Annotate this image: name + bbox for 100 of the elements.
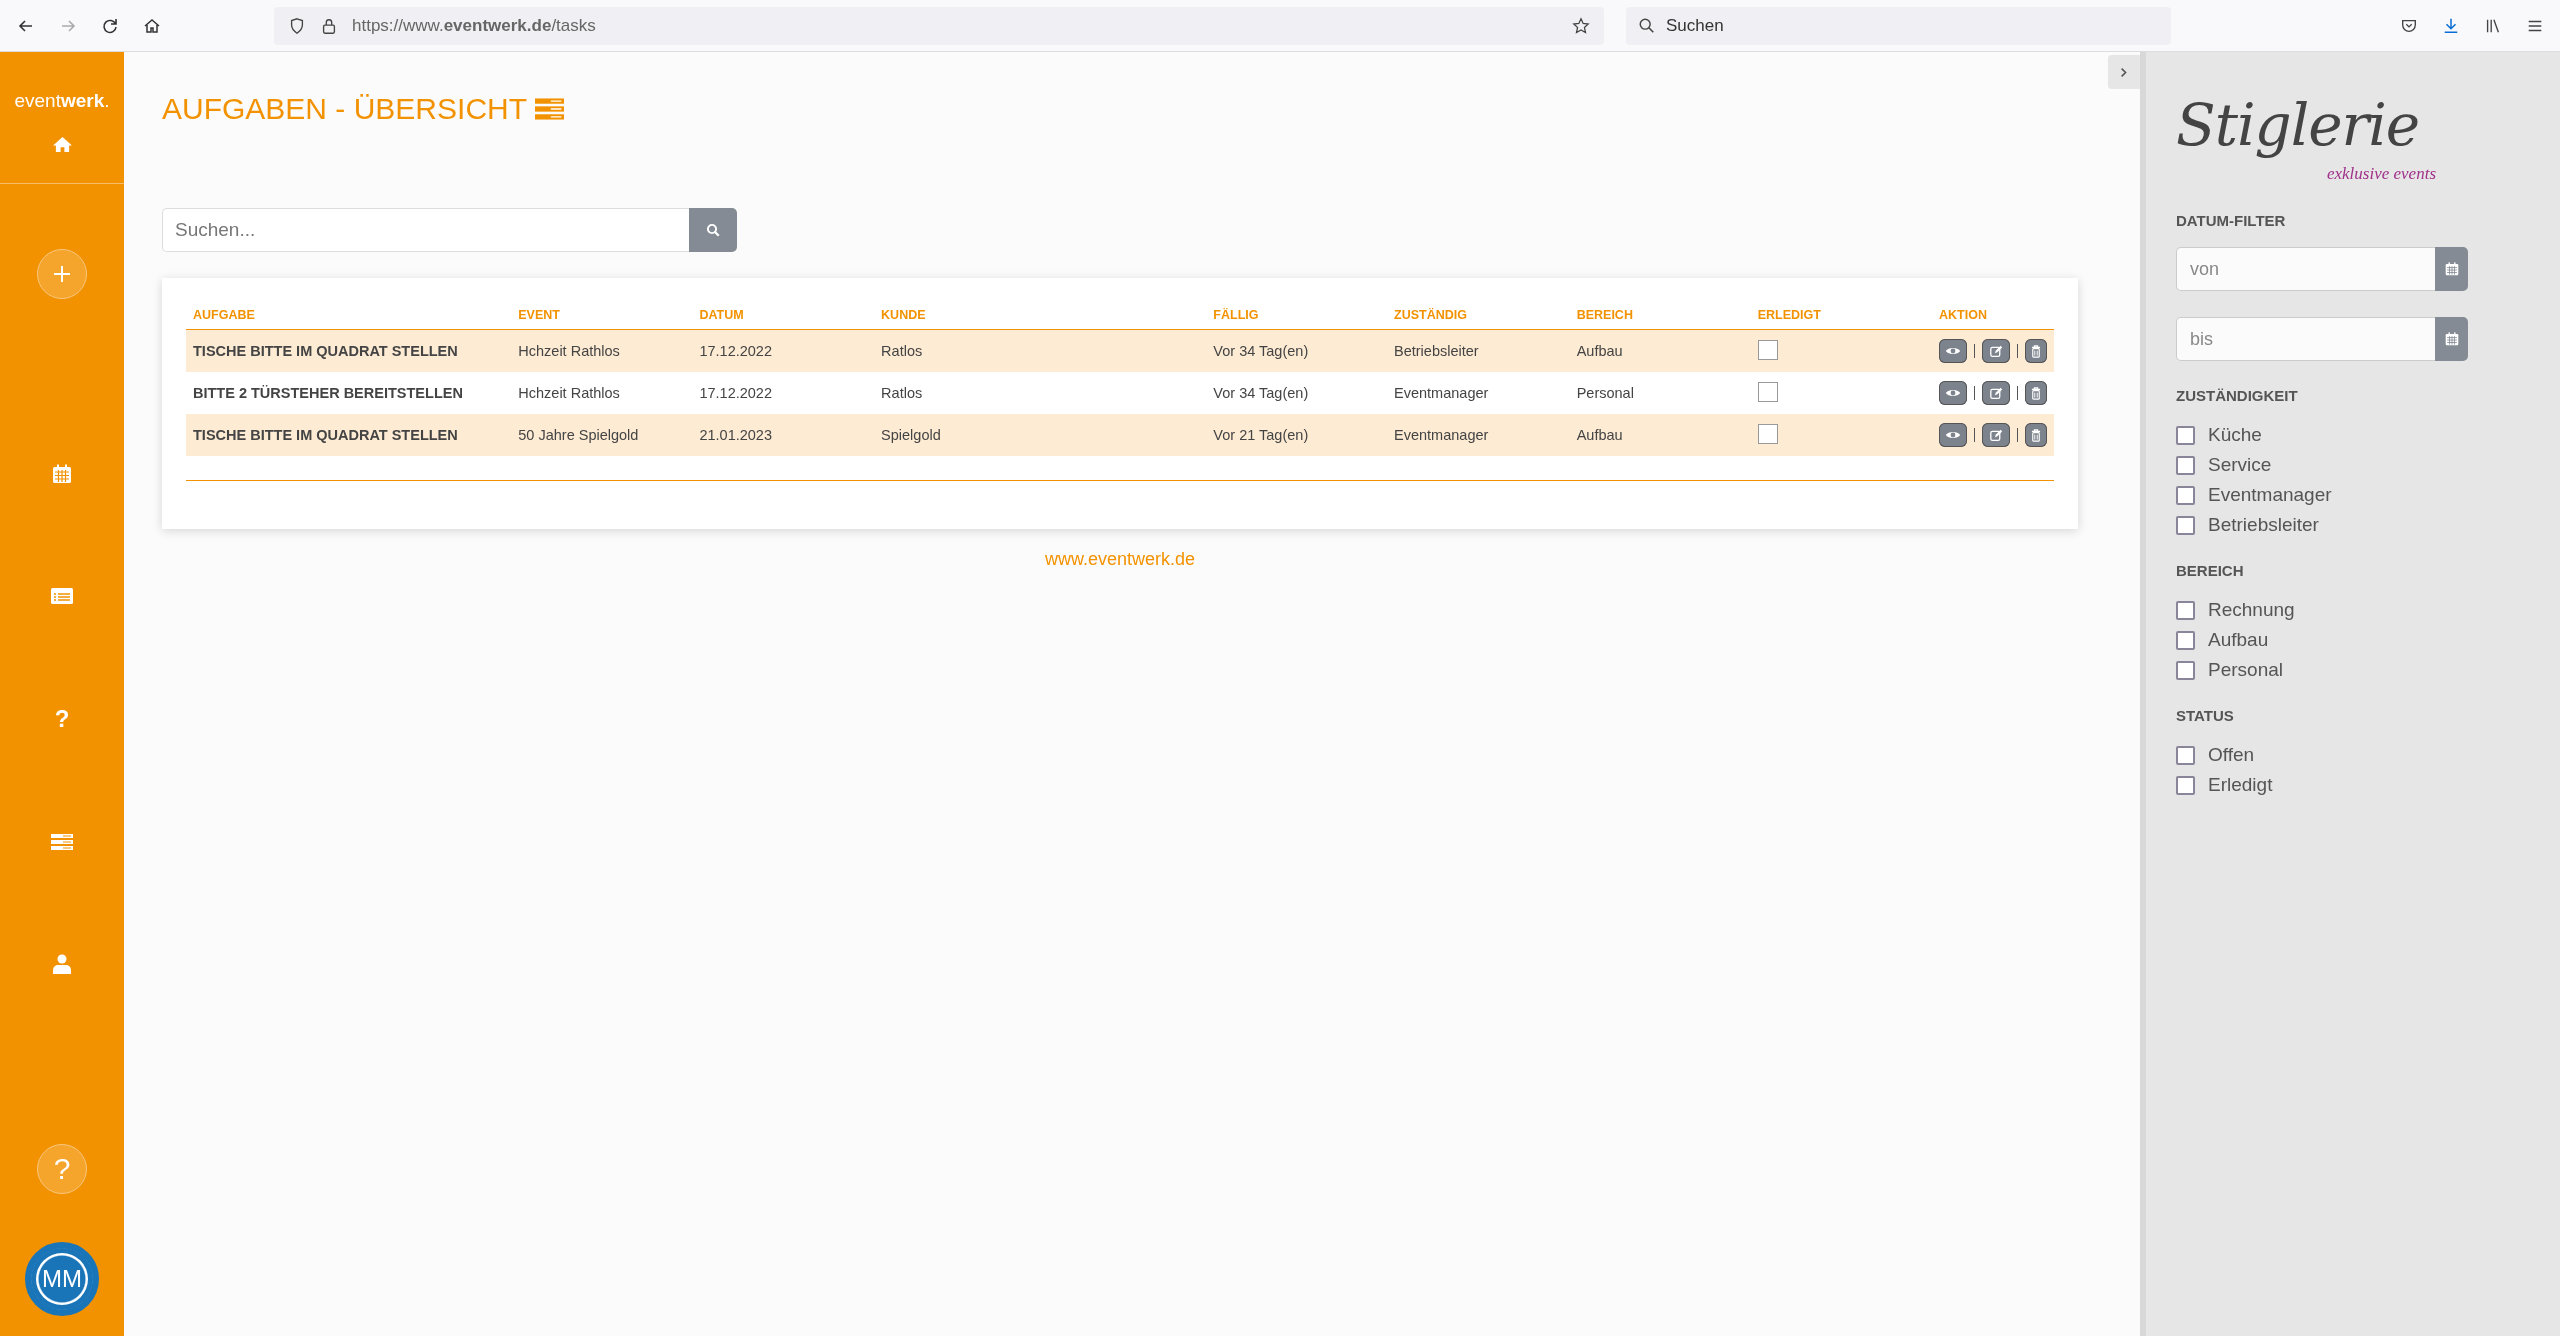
edit-icon xyxy=(1989,344,2003,358)
search-button[interactable] xyxy=(689,208,737,252)
table-cell: Personal xyxy=(1576,385,1634,401)
download-icon[interactable] xyxy=(2442,16,2460,35)
view-button[interactable] xyxy=(1939,423,1967,447)
filter-heading: ZUSTÄNDIGKEIT xyxy=(2176,387,2299,404)
eye-icon xyxy=(1945,430,1961,440)
column-header: DATUM xyxy=(699,308,744,322)
edit-icon xyxy=(1989,386,2003,400)
trash-icon xyxy=(2031,344,2041,358)
help-button[interactable]: ? xyxy=(37,1144,87,1194)
table-cell: Eventmanager xyxy=(1394,385,1489,401)
page-title: AUFGABEN - ÜBERSICHT xyxy=(162,92,528,126)
star-icon[interactable] xyxy=(1572,16,1590,35)
filter-checkbox[interactable] xyxy=(2176,745,2195,765)
table-cell: Vor 34 Tag(en) xyxy=(1213,385,1309,401)
done-checkbox[interactable] xyxy=(1757,339,1778,360)
help-nav-item[interactable]: ? xyxy=(54,708,70,730)
done-checkbox[interactable] xyxy=(1757,381,1778,402)
table-cell: Aufbau xyxy=(1576,427,1623,443)
table-cell: Hchzeit Rathlos xyxy=(518,343,620,359)
column-header: FÄLLIG xyxy=(1213,308,1259,322)
column-header: KUNDE xyxy=(881,308,926,322)
filter-checkbox[interactable] xyxy=(2176,485,2195,505)
library-icon[interactable] xyxy=(2484,16,2502,35)
table-cell: BITTE 2 TÜRSTEHER BEREITSTELLEN xyxy=(193,385,463,401)
filter-option-label: Service xyxy=(2208,454,2272,476)
filter-checkbox[interactable] xyxy=(2176,775,2195,795)
plus-icon xyxy=(52,264,72,284)
date-field[interactable]: von xyxy=(2176,247,2435,291)
delete-button[interactable] xyxy=(2025,339,2047,363)
calendar-button[interactable] xyxy=(2435,317,2468,361)
app-logo[interactable]: eventwerk. xyxy=(14,90,110,112)
calendar-icon xyxy=(2444,262,2459,276)
column-header: EVENT xyxy=(518,308,560,322)
table-cell: Aufbau xyxy=(1576,343,1623,359)
filter-option-label: Aufbau xyxy=(2208,629,2269,651)
table-cell: TISCHE BITTE IM QUADRAT STELLEN xyxy=(193,427,458,443)
edit-button[interactable] xyxy=(1982,339,2010,363)
filter-checkbox[interactable] xyxy=(2176,515,2195,535)
delete-button[interactable] xyxy=(2025,381,2047,405)
stacked-bars-icon[interactable] xyxy=(51,832,73,852)
search-field[interactable]: Suchen... xyxy=(162,208,689,252)
search-icon xyxy=(705,222,721,238)
filter-option-label: Offen xyxy=(2208,744,2255,766)
filter-heading: BEREICH xyxy=(2176,562,2245,579)
column-header: BEREICH xyxy=(1576,308,1633,322)
lock-icon xyxy=(320,16,338,35)
browser-search-field[interactable]: Suchen xyxy=(1626,6,2171,45)
table-cell: TISCHE BITTE IM QUADRAT STELLEN xyxy=(193,343,458,359)
table-cell: 21.01.2023 xyxy=(699,427,772,443)
list-icon[interactable] xyxy=(51,586,73,606)
edit-button[interactable] xyxy=(1982,423,2010,447)
view-button[interactable] xyxy=(1939,381,1967,405)
table-cell: Ratlos xyxy=(881,385,923,401)
stacked-bars-icon xyxy=(535,98,565,120)
url-text: https://www.eventwerk.de/tasks xyxy=(352,15,597,36)
column-header: ZUSTÄNDIG xyxy=(1394,308,1467,322)
table-cell: Ratlos xyxy=(881,343,923,359)
date-field[interactable]: bis xyxy=(2176,317,2435,361)
column-header: ERLEDIGT xyxy=(1757,308,1821,322)
calendar-icon xyxy=(2444,332,2459,346)
address-bar[interactable]: https://www.eventwerk.de/tasks xyxy=(274,6,1604,45)
add-button[interactable] xyxy=(37,249,87,299)
filter-heading: DATUM-FILTER xyxy=(2176,212,2287,229)
filter-checkbox[interactable] xyxy=(2176,660,2195,680)
table-cell: Vor 21 Tag(en) xyxy=(1213,427,1309,443)
table-cell: Vor 34 Tag(en) xyxy=(1213,343,1309,359)
column-header: AKTION xyxy=(1939,308,1987,322)
done-checkbox[interactable] xyxy=(1757,423,1778,444)
table-cell: 17.12.2022 xyxy=(699,385,772,401)
footer-link[interactable]: www.eventwerk.de xyxy=(1044,549,1196,570)
user-icon[interactable] xyxy=(51,954,73,974)
table-cell: 50 Jahre Spielgold xyxy=(518,427,639,443)
filter-option-label: Rechnung xyxy=(2208,599,2295,621)
view-button[interactable] xyxy=(1939,339,1967,363)
filter-checkbox[interactable] xyxy=(2176,425,2195,445)
table-cell: Hchzeit Rathlos xyxy=(518,385,620,401)
edit-icon xyxy=(1989,428,2003,442)
filter-checkbox[interactable] xyxy=(2176,600,2195,620)
table-cell: Eventmanager xyxy=(1394,427,1489,443)
chevron-right-icon xyxy=(2120,66,2128,78)
filter-option-label: Betriebsleiter xyxy=(2208,514,2319,536)
delete-button[interactable] xyxy=(2025,423,2047,447)
column-header: AUFGABE xyxy=(193,308,255,322)
shield-icon xyxy=(288,16,306,35)
filter-checkbox[interactable] xyxy=(2176,630,2195,650)
brand-logo: Stiglerie xyxy=(2176,90,2421,161)
table-cell: Betriebsleiter xyxy=(1394,343,1479,359)
calendar-button[interactable] xyxy=(2435,247,2468,291)
filter-heading: STATUS xyxy=(2176,707,2235,724)
edit-button[interactable] xyxy=(1982,381,2010,405)
user-avatar[interactable]: MM xyxy=(25,1242,99,1316)
eye-icon xyxy=(1945,388,1961,398)
trash-icon xyxy=(2031,386,2041,400)
filter-option-label: Eventmanager xyxy=(2208,484,2332,506)
calendar-icon[interactable] xyxy=(51,464,73,484)
filter-checkbox[interactable] xyxy=(2176,455,2195,475)
panel-toggle-button[interactable] xyxy=(2108,55,2140,89)
filter-option-label: Küche xyxy=(2208,424,2262,446)
